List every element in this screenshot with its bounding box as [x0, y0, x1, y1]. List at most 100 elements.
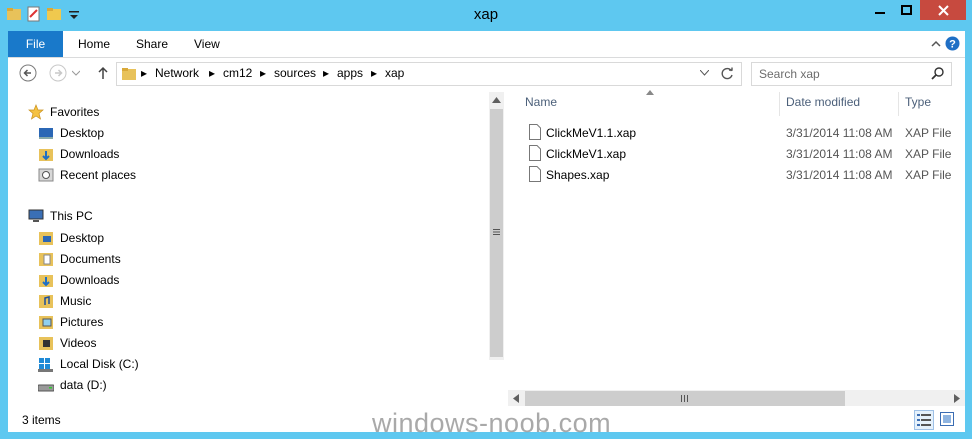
file-date: 3/31/2014 11:08 AM	[786, 168, 893, 182]
column-type[interactable]: Type	[905, 95, 931, 109]
forward-button[interactable]	[48, 63, 68, 83]
search-placeholder: Search xap	[759, 67, 820, 81]
nav-pc-music[interactable]: Music	[38, 291, 91, 311]
tab-home[interactable]: Home	[78, 31, 110, 57]
file-type: XAP File	[905, 126, 952, 140]
address-bar[interactable]: ▸ Network ▸ cm12 ▸ sources ▸ apps ▸ xap	[116, 62, 742, 86]
scroll-left-icon[interactable]	[513, 394, 519, 403]
file-icon	[529, 124, 541, 140]
maximize-icon	[901, 5, 912, 15]
breadcrumb-sources[interactable]: sources	[274, 66, 316, 80]
up-button[interactable]	[93, 63, 113, 83]
up-arrow-icon	[98, 66, 108, 79]
file-list-pane: Name Date modified Type ClickMeV1.1.xap …	[508, 88, 965, 406]
recent-locations-button[interactable]	[70, 63, 82, 83]
explorer-window: xap File Home Share View ? ▸ Network ▸ c…	[0, 0, 972, 439]
nav-favorites-downloads[interactable]: Downloads	[38, 144, 119, 164]
address-row: ▸ Network ▸ cm12 ▸ sources ▸ apps ▸ xap …	[8, 58, 965, 88]
nav-this-pc[interactable]: This PC	[28, 206, 93, 226]
nav-item-label: data (D:)	[60, 378, 107, 392]
breadcrumb-cm12[interactable]: cm12	[223, 66, 252, 80]
recent-places-icon	[38, 168, 54, 182]
navigation-scrollbar[interactable]	[489, 92, 504, 360]
breadcrumb-separator-icon[interactable]: ▸	[141, 66, 147, 80]
search-icon[interactable]	[931, 67, 944, 80]
scroll-right-icon[interactable]	[954, 394, 960, 403]
breadcrumb-separator-icon[interactable]: ▸	[371, 66, 377, 80]
column-divider[interactable]	[898, 92, 899, 116]
close-button[interactable]	[920, 0, 966, 20]
column-divider[interactable]	[779, 92, 780, 116]
breadcrumb-xap[interactable]: xap	[385, 66, 404, 80]
file-icon	[529, 166, 541, 182]
documents-folder-icon	[39, 253, 53, 266]
ribbon-tabs: File Home Share View ?	[8, 31, 965, 58]
nav-item-label: Downloads	[60, 273, 120, 287]
file-date: 3/31/2014 11:08 AM	[786, 126, 893, 140]
minimize-button[interactable]	[866, 0, 893, 20]
nav-item-label: Pictures	[60, 315, 104, 329]
file-row[interactable]: ClickMeV1.xap 3/31/2014 11:08 AM XAP Fil…	[525, 145, 965, 165]
address-dropdown-icon[interactable]	[700, 70, 709, 76]
back-arrow-icon	[19, 64, 37, 82]
breadcrumb-separator-icon[interactable]: ▸	[323, 66, 329, 80]
refresh-icon[interactable]	[721, 67, 734, 80]
nav-item-label: Desktop	[60, 126, 105, 140]
file-row[interactable]: Shapes.xap 3/31/2014 11:08 AM XAP File	[525, 166, 965, 186]
svg-text:?: ?	[949, 39, 956, 51]
nav-pc-videos[interactable]: Videos	[38, 333, 96, 353]
desktop-icon	[39, 128, 53, 139]
nav-item-label: Music	[60, 294, 92, 308]
nav-favorites-recent-places[interactable]: Recent places	[38, 165, 136, 185]
scroll-up-icon[interactable]	[492, 97, 501, 103]
nav-pc-downloads[interactable]: Downloads	[38, 270, 119, 290]
breadcrumb-separator-icon[interactable]: ▸	[209, 66, 215, 80]
nav-this-pc-label: This PC	[50, 209, 93, 223]
music-folder-icon	[39, 295, 53, 308]
watermark: windows-noob.com	[372, 408, 612, 438]
navigation-pane: Favorites Desktop Downloads Recent place…	[8, 88, 488, 406]
nav-item-label: Local Disk (C:)	[60, 357, 139, 371]
nav-pc-desktop[interactable]: Desktop	[38, 228, 104, 248]
nav-item-label: Downloads	[60, 147, 120, 161]
breadcrumb-apps[interactable]: apps	[337, 66, 363, 80]
breadcrumb-separator-icon[interactable]: ▸	[260, 66, 266, 80]
file-type: XAP File	[905, 147, 952, 161]
large-icons-view-icon	[940, 412, 954, 426]
tab-share[interactable]: Share	[136, 31, 168, 57]
file-date: 3/31/2014 11:08 AM	[786, 147, 893, 161]
column-name[interactable]: Name	[525, 95, 557, 109]
help-icon[interactable]: ?	[945, 36, 960, 51]
desktop-folder-icon	[39, 232, 53, 245]
tab-file[interactable]: File	[8, 31, 63, 57]
large-icons-view-button[interactable]	[938, 410, 956, 428]
maximize-button[interactable]	[893, 0, 920, 20]
nav-pc-documents[interactable]: Documents	[38, 249, 121, 269]
scrollbar-thumb[interactable]	[525, 391, 845, 406]
details-view-icon	[917, 414, 931, 426]
back-button[interactable]	[18, 63, 38, 83]
expand-ribbon-icon[interactable]	[931, 40, 941, 48]
pictures-folder-icon	[39, 316, 53, 329]
nav-item-label: Documents	[60, 252, 121, 266]
item-count: 3 items	[22, 413, 61, 427]
scrollbar-thumb[interactable]	[490, 109, 503, 357]
nav-favorites[interactable]: Favorites	[28, 102, 99, 122]
details-view-button[interactable]	[914, 410, 934, 430]
search-input[interactable]: Search xap	[751, 62, 952, 86]
title-bar[interactable]: xap	[0, 0, 972, 31]
nav-pc-local-disk[interactable]: Local Disk (C:)	[38, 354, 139, 374]
nav-pc-data-drive[interactable]: data (D:)	[38, 375, 107, 395]
file-name: Shapes.xap	[546, 168, 610, 182]
drive-icon	[38, 384, 54, 392]
column-date-modified[interactable]: Date modified	[786, 95, 860, 109]
file-row[interactable]: ClickMeV1.1.xap 3/31/2014 11:08 AM XAP F…	[525, 124, 965, 144]
tab-view[interactable]: View	[194, 31, 220, 57]
grip-icon	[681, 395, 688, 402]
nav-favorites-desktop[interactable]: Desktop	[38, 123, 104, 143]
folder-icon	[122, 68, 136, 80]
breadcrumb-network[interactable]: Network	[155, 66, 199, 80]
nav-pc-pictures[interactable]: Pictures	[38, 312, 103, 332]
file-list-horizontal-scrollbar[interactable]	[508, 390, 965, 407]
close-icon	[937, 4, 949, 16]
